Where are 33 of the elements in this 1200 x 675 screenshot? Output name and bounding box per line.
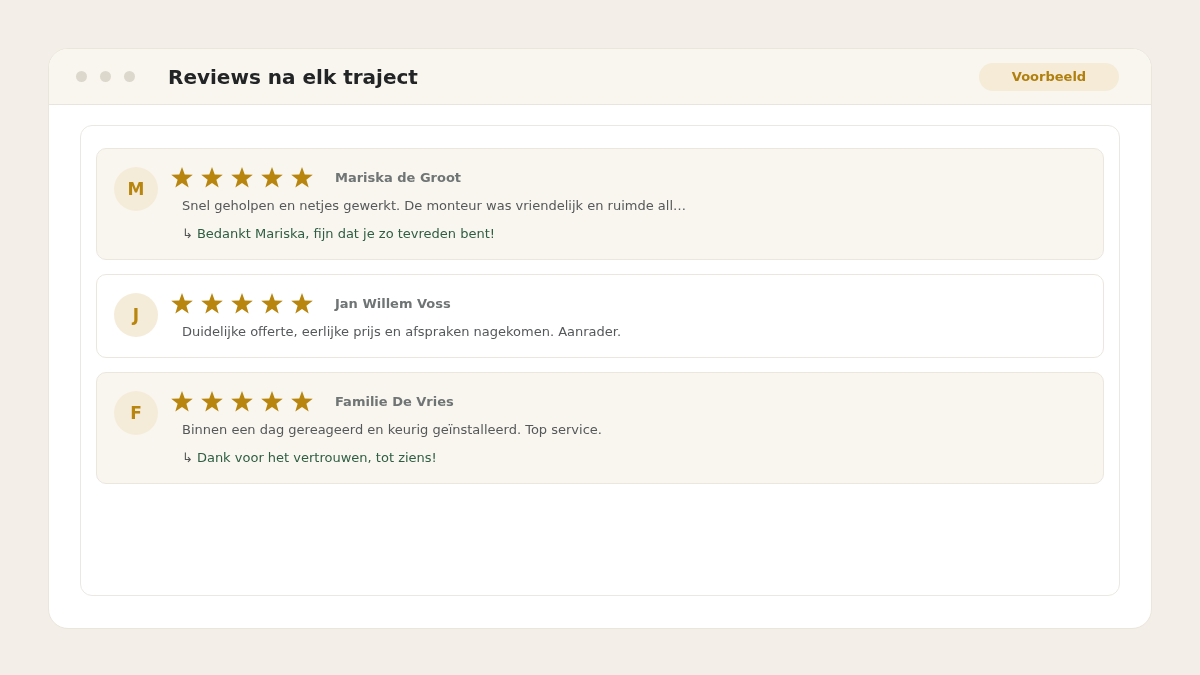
star-icon (201, 166, 223, 188)
review-text: Binnen een dag gereageerd en keurig geïnstalleerd. Top service. (182, 421, 602, 439)
reply-text: ↳ Bedankt Mariska, fijn dat je zo tevreden bent! (182, 225, 497, 243)
reply-arrow: ↳ (182, 450, 193, 465)
window-dot-icon (124, 71, 135, 82)
star-icon (261, 390, 283, 412)
avatar: F (114, 391, 158, 435)
reviewer-name: Jan Willem Voss (335, 295, 451, 311)
window-dot-icon (100, 71, 111, 82)
star-icon (261, 166, 283, 188)
star-icon (171, 166, 193, 188)
star-icon (201, 390, 223, 412)
reply-arrow: ↳ (182, 226, 193, 241)
avatar: J (114, 293, 158, 337)
reply-text: ↳ Dank voor het vertrouwen, tot ziens! (182, 449, 438, 467)
review-text: Duidelijke offerte, eerlijke prijs en afspraken nagekomen. Aanrader. (182, 323, 622, 341)
reviewer-name: Mariska de Groot (335, 169, 462, 185)
review-text: Snel geholpen en netjes gewerkt. De monteur was vriendelijk en ruimde all… (182, 197, 686, 215)
star-icon (231, 166, 253, 188)
star-icon (171, 390, 193, 412)
avatar: M (114, 167, 158, 211)
star-icon (201, 292, 223, 314)
star-icon (261, 292, 283, 314)
star-icon (231, 292, 253, 314)
sample-badge: Voorbeeld (979, 62, 1119, 91)
star-icon (291, 292, 313, 314)
window-title: Reviews na elk traject (168, 64, 419, 89)
star-icon (231, 390, 253, 412)
star-icon (291, 166, 313, 188)
window-dot-icon (76, 71, 87, 82)
star-icon (171, 292, 193, 314)
star-icon (291, 390, 313, 412)
reviewer-name: Familie De Vries (335, 393, 454, 409)
